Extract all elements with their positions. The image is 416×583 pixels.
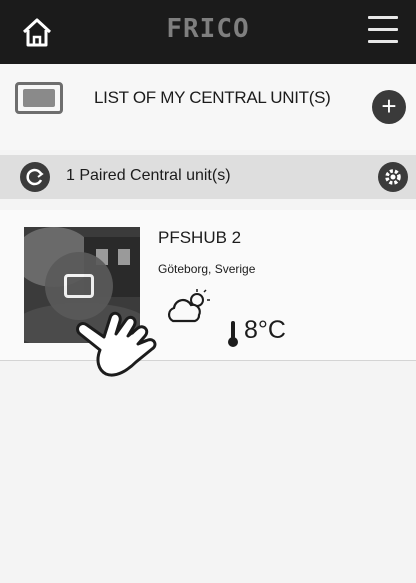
top-bar: FRICO bbox=[0, 0, 416, 64]
hamburger-menu-icon[interactable] bbox=[368, 16, 398, 46]
paired-units-count: 1 Paired Central unit(s) bbox=[66, 167, 231, 184]
thermometer-icon bbox=[227, 318, 239, 348]
add-unit-button[interactable]: + bbox=[372, 90, 406, 124]
unit-name: PFSHUB 2 bbox=[158, 228, 242, 247]
central-unit-icon bbox=[15, 82, 63, 114]
list-title: LIST OF MY CENTRAL UNIT(S) bbox=[94, 88, 331, 107]
paired-units-bar: 1 Paired Central unit(s) bbox=[0, 155, 416, 199]
tap-hand-icon bbox=[70, 300, 180, 392]
list-header: LIST OF MY CENTRAL UNIT(S) + bbox=[0, 64, 416, 150]
settings-icon[interactable] bbox=[378, 162, 408, 192]
unit-location: Göteborg, Sverige bbox=[158, 262, 256, 276]
temperature-value: 8°C bbox=[244, 316, 286, 344]
refresh-icon[interactable] bbox=[20, 162, 50, 192]
app-logo: FRICO bbox=[166, 14, 250, 44]
